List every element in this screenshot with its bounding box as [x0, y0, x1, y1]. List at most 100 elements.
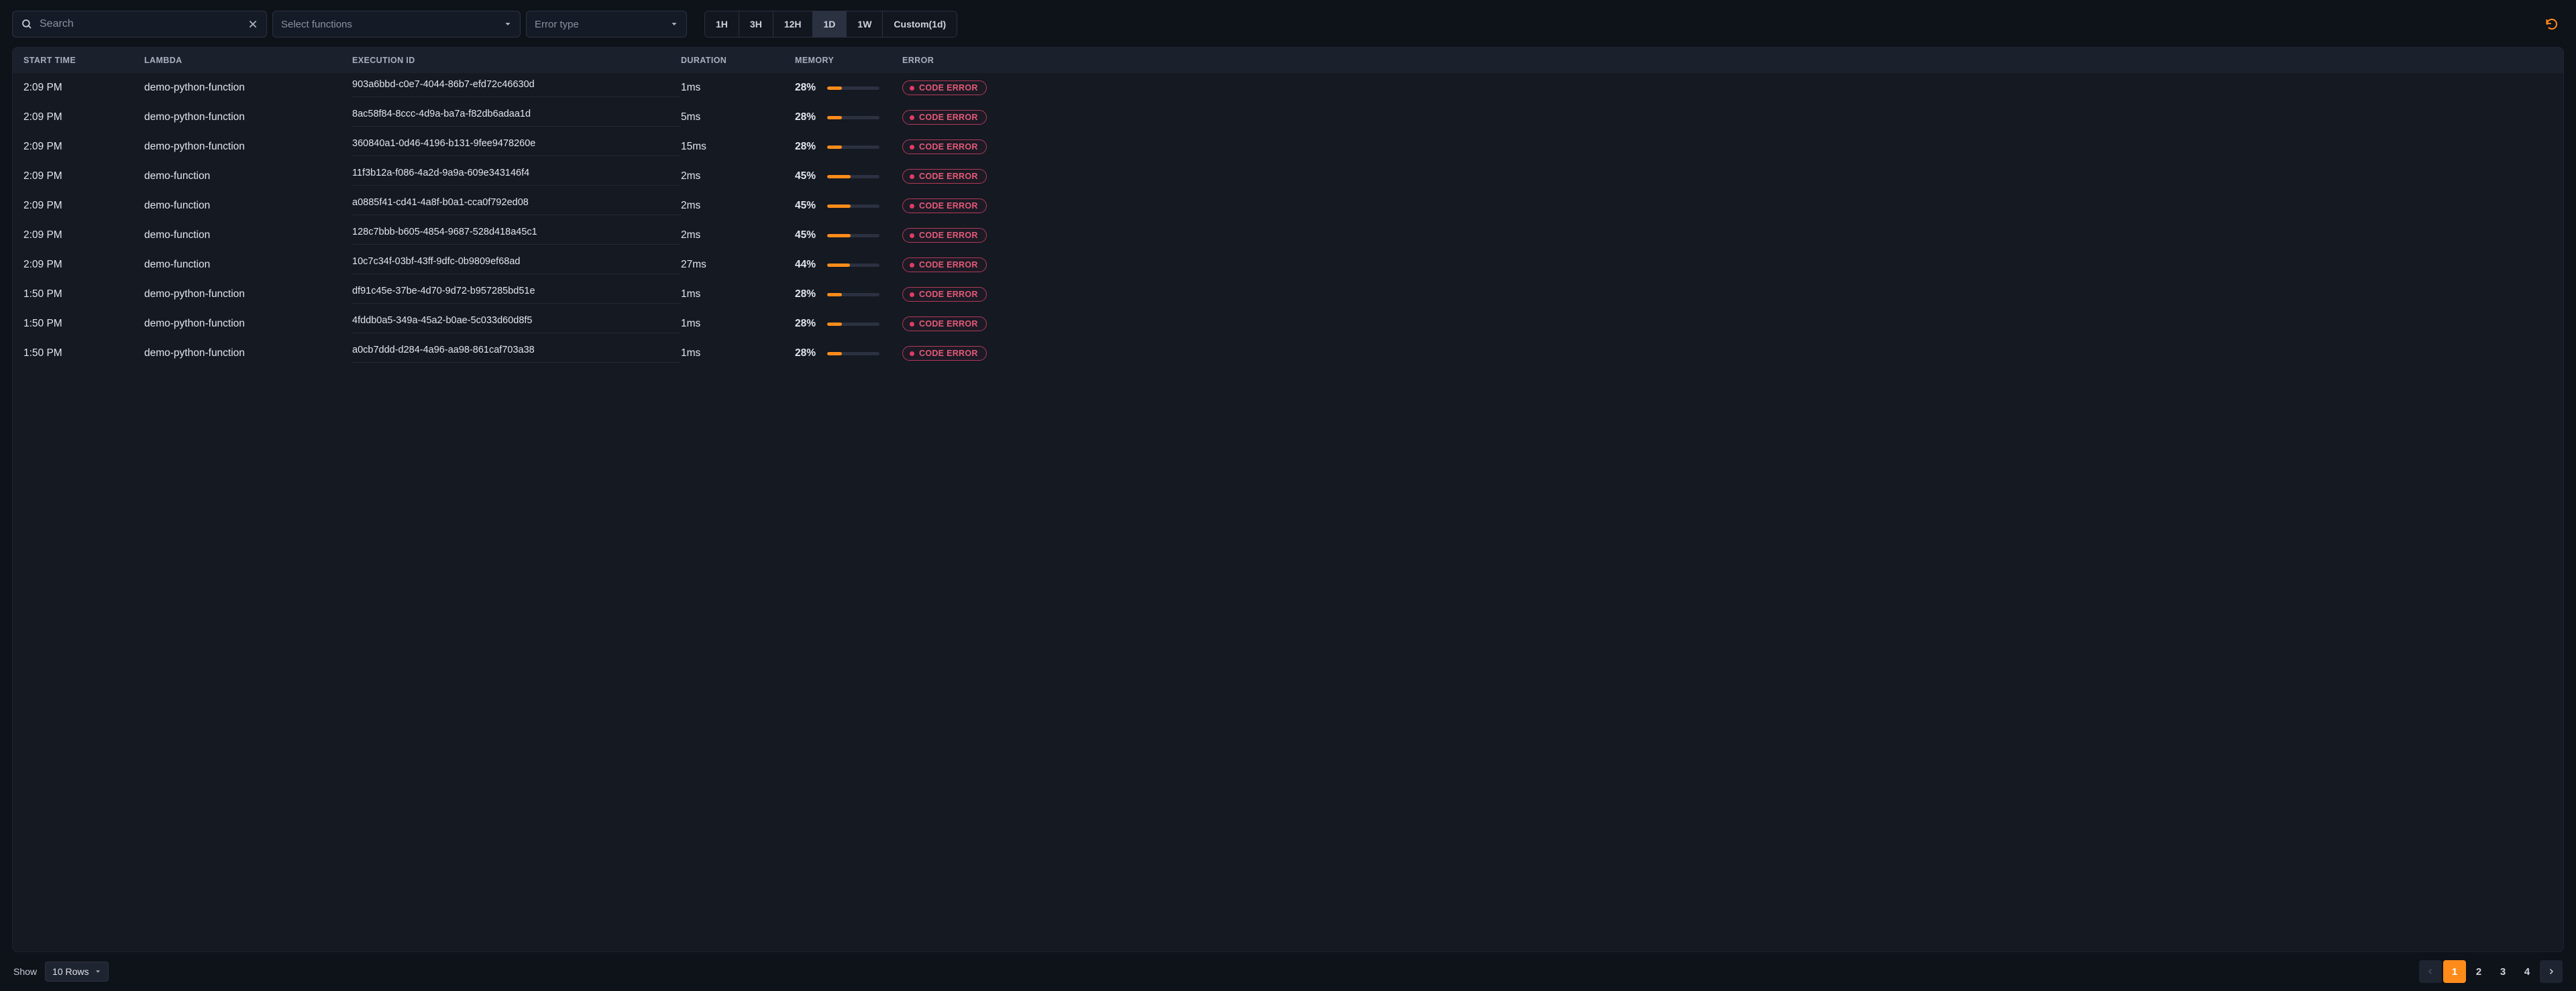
memory-percent: 44%	[795, 259, 822, 271]
time-range-3h[interactable]: 3H	[739, 11, 773, 37]
error-badge-label: CODE ERROR	[919, 349, 978, 358]
select-functions-dropdown[interactable]: Select functions	[272, 11, 521, 38]
cell-error: CODE ERROR	[902, 169, 2553, 184]
cell-duration: 1ms	[681, 318, 795, 330]
table-row[interactable]: 1:50 PMdemo-python-function4fddb0a5-349a…	[13, 309, 2563, 339]
error-badge[interactable]: CODE ERROR	[902, 228, 987, 243]
search-field[interactable]	[12, 11, 267, 38]
memory-bar	[827, 264, 879, 267]
toolbar: Select functions Error type 1H3H12H1D1WC…	[12, 11, 2564, 38]
time-range-1h[interactable]: 1H	[705, 11, 739, 37]
cell-execution-id: 8ac58f84-8ccc-4d9a-ba7a-f82db6adaa1d	[352, 109, 681, 127]
memory-percent: 28%	[795, 141, 822, 153]
page-button-3[interactable]: 3	[2491, 960, 2514, 983]
error-badge[interactable]: CODE ERROR	[902, 80, 987, 95]
cell-execution-id: 4fddb0a5-349a-45a2-b0ae-5c033d60d8f5	[352, 315, 681, 333]
show-label: Show	[13, 966, 37, 977]
error-badge[interactable]: CODE ERROR	[902, 316, 987, 331]
cell-execution-id: a0885f41-cd41-4a8f-b0a1-cca0f792ed08	[352, 197, 681, 215]
cell-start-time: 1:50 PM	[23, 288, 144, 300]
error-badge[interactable]: CODE ERROR	[902, 346, 987, 361]
cell-memory: 28%	[795, 111, 902, 123]
memory-bar	[827, 205, 879, 208]
cell-duration: 1ms	[681, 82, 795, 94]
search-input[interactable]	[40, 18, 241, 30]
cell-duration: 5ms	[681, 111, 795, 123]
rows-per-page-value: 10 Rows	[52, 966, 89, 977]
refresh-button[interactable]	[2540, 12, 2564, 36]
cell-duration: 27ms	[681, 259, 795, 271]
page-button-4[interactable]: 4	[2516, 960, 2538, 983]
errors-table: START TIME LAMBDA EXECUTION ID DURATION …	[12, 47, 2564, 952]
table-row[interactable]: 2:09 PMdemo-function128c7bbb-b605-4854-9…	[13, 221, 2563, 250]
cell-start-time: 1:50 PM	[23, 347, 144, 359]
cell-lambda: demo-python-function	[144, 288, 352, 300]
time-range-1w[interactable]: 1W	[847, 11, 883, 37]
error-badge[interactable]: CODE ERROR	[902, 169, 987, 184]
memory-percent: 28%	[795, 111, 822, 123]
time-range-group: 1H3H12H1D1WCustom(1d)	[704, 11, 957, 38]
error-badge-label: CODE ERROR	[919, 260, 978, 270]
memory-percent: 28%	[795, 347, 822, 359]
error-dot-icon	[910, 204, 914, 209]
cell-start-time: 2:09 PM	[23, 229, 144, 241]
time-range-custom1d[interactable]: Custom(1d)	[883, 11, 957, 37]
error-badge-label: CODE ERROR	[919, 172, 978, 181]
cell-error: CODE ERROR	[902, 139, 2553, 154]
error-dot-icon	[910, 174, 914, 179]
page-button-1[interactable]: 1	[2443, 960, 2466, 983]
error-badge-label: CODE ERROR	[919, 231, 978, 240]
pagination: 1234	[2419, 960, 2563, 983]
table-row[interactable]: 2:09 PMdemo-function11f3b12a-f086-4a2d-9…	[13, 162, 2563, 191]
rows-per-page-dropdown[interactable]: 10 Rows	[45, 961, 108, 982]
cell-duration: 1ms	[681, 347, 795, 359]
memory-percent: 28%	[795, 82, 822, 94]
col-lambda: LAMBDA	[144, 56, 352, 65]
error-type-label: Error type	[535, 19, 579, 30]
table-row[interactable]: 2:09 PMdemo-functiona0885f41-cd41-4a8f-b…	[13, 191, 2563, 221]
memory-bar	[827, 175, 879, 178]
table-row[interactable]: 2:09 PMdemo-python-function360840a1-0d46…	[13, 132, 2563, 162]
page-next-button[interactable]	[2540, 960, 2563, 983]
error-badge[interactable]: CODE ERROR	[902, 257, 987, 272]
cell-lambda: demo-function	[144, 170, 352, 182]
clear-search-icon[interactable]	[248, 19, 258, 30]
table-row[interactable]: 2:09 PMdemo-python-function903a6bbd-c0e7…	[13, 73, 2563, 103]
error-badge[interactable]: CODE ERROR	[902, 139, 987, 154]
select-functions-label: Select functions	[281, 19, 352, 30]
error-dot-icon	[910, 115, 914, 120]
table-body: 2:09 PM demo-python-function 903a6bbd-c0e7…	[13, 73, 2563, 951]
cell-lambda: demo-function	[144, 200, 352, 212]
cell-lambda: demo-python-function	[144, 111, 352, 123]
cell-error: CODE ERROR	[902, 346, 2553, 361]
cell-error: CODE ERROR	[902, 198, 2553, 213]
page-button-2[interactable]: 2	[2467, 960, 2490, 983]
memory-bar	[827, 86, 879, 90]
cell-duration: 15ms	[681, 141, 795, 153]
cell-start-time: 2:09 PM	[23, 200, 144, 212]
cell-execution-id: 10c7c34f-03bf-43ff-9dfc-0b9809ef68ad	[352, 256, 681, 274]
time-range-12h[interactable]: 12H	[773, 11, 813, 37]
error-dot-icon	[910, 322, 914, 327]
cell-error: CODE ERROR	[902, 228, 2553, 243]
time-range-1d[interactable]: 1D	[813, 11, 847, 37]
error-badge[interactable]: CODE ERROR	[902, 110, 987, 125]
error-badge[interactable]: CODE ERROR	[902, 198, 987, 213]
cell-lambda: demo-function	[144, 259, 352, 271]
table-row[interactable]: 2:09 PMdemo-function10c7c34f-03bf-43ff-9…	[13, 250, 2563, 280]
error-badge[interactable]: CODE ERROR	[902, 287, 987, 302]
cell-memory: 45%	[795, 200, 902, 212]
cell-execution-id: 903a6bbd-c0e7-4044-86b7-efd72c46630d	[352, 79, 681, 97]
page-prev-button[interactable]	[2419, 960, 2442, 983]
memory-bar	[827, 293, 879, 296]
table-row[interactable]: 2:09 PMdemo-python-function8ac58f84-8ccc…	[13, 103, 2563, 132]
error-badge-label: CODE ERROR	[919, 290, 978, 299]
table-row[interactable]: 1:50 PMdemo-python-functiona0cb7ddd-d284…	[13, 339, 2563, 368]
cell-duration: 2ms	[681, 170, 795, 182]
memory-percent: 45%	[795, 229, 822, 241]
memory-percent: 45%	[795, 170, 822, 182]
error-type-dropdown[interactable]: Error type	[526, 11, 687, 38]
cell-memory: 28%	[795, 318, 902, 330]
cell-duration: 2ms	[681, 229, 795, 241]
table-row[interactable]: 1:50 PMdemo-python-functiondf91c45e-37be…	[13, 280, 2563, 309]
